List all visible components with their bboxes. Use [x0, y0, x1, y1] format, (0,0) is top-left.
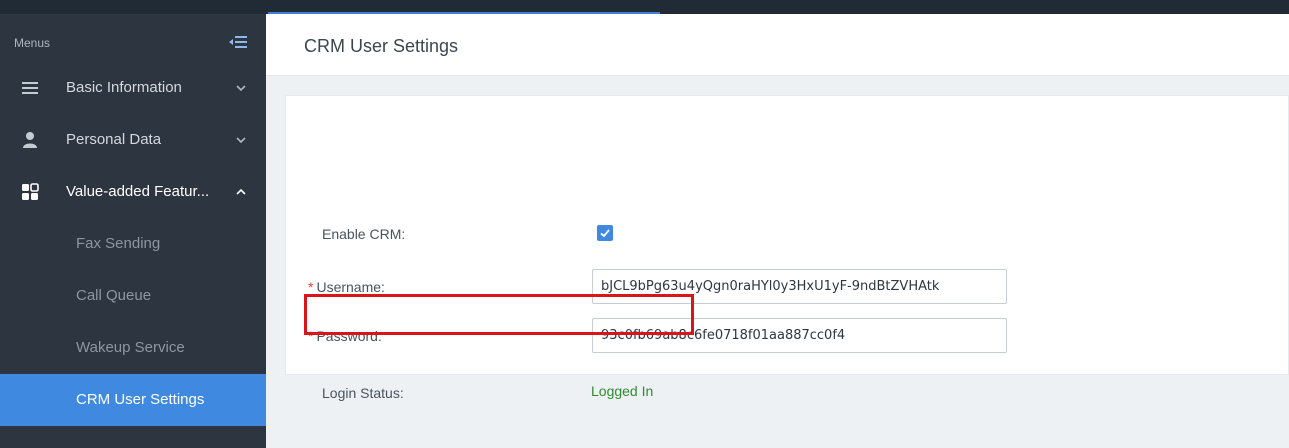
login-status-label: Login Status:	[322, 385, 404, 401]
username-label: * Username:	[308, 279, 385, 295]
top-bar	[0, 0, 1289, 14]
sidebar-item-basic-information[interactable]: Basic Information	[0, 62, 266, 114]
main-content: CRM User Settings Enable CRM: * Username:…	[266, 14, 1289, 448]
checkmark-icon	[600, 229, 610, 238]
user-icon	[23, 132, 37, 148]
sidebar-subitem-label: Fax Sending	[76, 235, 161, 252]
username-label-text: Username:	[316, 279, 385, 295]
sidebar-subitem-label: Call Queue	[76, 287, 152, 304]
enable-crm-label: Enable CRM:	[322, 226, 406, 242]
sidebar-item-label: Basic Information	[66, 79, 182, 96]
required-mark: *	[308, 279, 314, 295]
sidebar-subitem-label: CRM User Settings	[76, 391, 205, 408]
chevron-down-icon	[236, 137, 246, 144]
login-status-value: Logged In	[591, 383, 654, 399]
sidebar-item-personal-data[interactable]: Personal Data	[0, 114, 266, 166]
sidebar-subitem-wakeup-service[interactable]: Wakeup Service	[0, 322, 266, 374]
page-title: CRM User Settings	[304, 36, 459, 56]
grid-icon	[22, 183, 39, 200]
sidebar-item-value-added-features[interactable]: Value-added Featur...	[0, 166, 266, 218]
login-status-highlight	[304, 294, 694, 335]
collapse-menu-icon[interactable]	[229, 35, 247, 49]
chevron-up-icon	[236, 188, 246, 195]
sidebar-item-label: Value-added Featur...	[66, 183, 210, 200]
sidebar-subitem-fax-sending[interactable]: Fax Sending	[0, 218, 266, 270]
sidebar-subitem-call-queue[interactable]: Call Queue	[0, 270, 266, 322]
chevron-down-icon	[236, 85, 246, 92]
sidebar: Menus Basic Information Personal Data Va…	[0, 14, 266, 448]
sidebar-subitem-crm-user-settings[interactable]: CRM User Settings	[0, 374, 266, 426]
sidebar-item-label: Personal Data	[66, 131, 162, 148]
page-header: CRM User Settings	[266, 14, 1289, 76]
list-icon	[22, 82, 38, 94]
sidebar-subitem-label: Wakeup Service	[76, 339, 185, 356]
menus-label: Menus	[14, 36, 51, 50]
enable-crm-checkbox[interactable]	[597, 225, 613, 241]
